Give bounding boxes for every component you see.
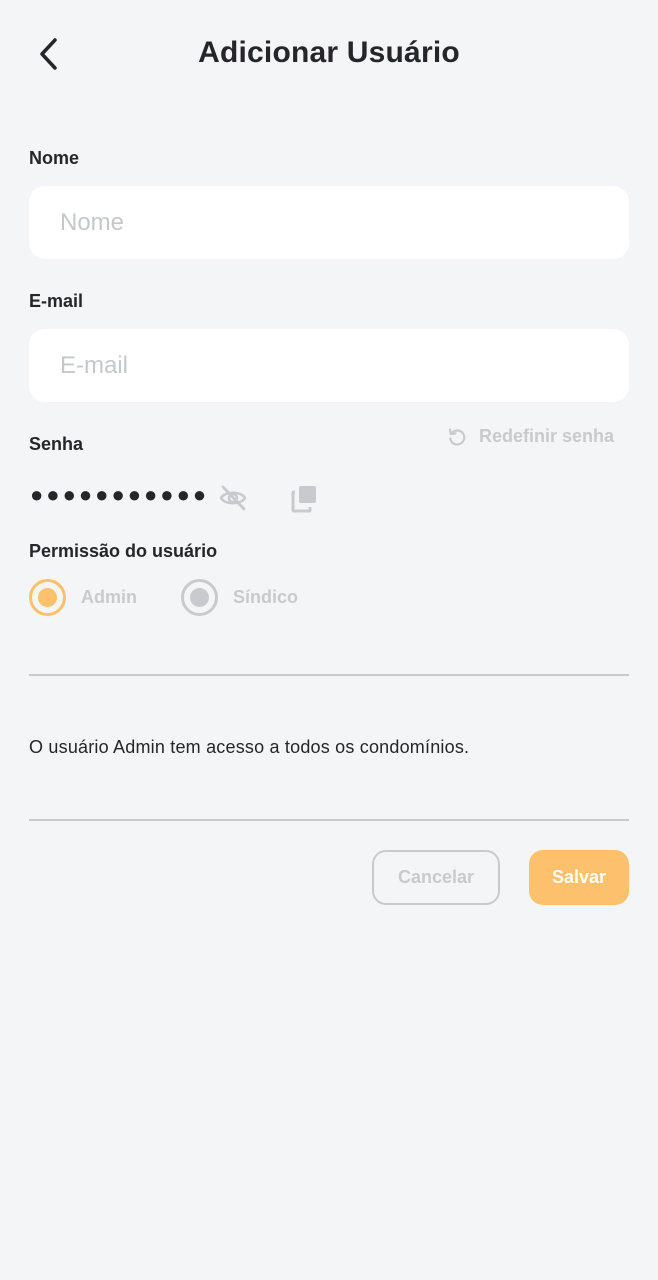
radio-admin[interactable]: Admin (29, 579, 137, 616)
radio-sindico-label: Síndico (233, 587, 299, 607)
divider-bottom (29, 819, 629, 821)
eye-off-icon (219, 485, 247, 511)
radio-admin-indicator (29, 579, 66, 616)
permission-label: Permissão do usuário (29, 541, 218, 561)
copy-password-button[interactable] (287, 481, 321, 515)
reset-password-label: Redefinir senha (478, 426, 614, 446)
permission-radio-group: Admin Síndico (29, 579, 298, 616)
radio-admin-label: Admin (81, 587, 137, 607)
radio-sindico-indicator (181, 579, 218, 616)
password-label: Senha (29, 434, 84, 454)
divider-top (29, 674, 629, 676)
refresh-icon (448, 427, 466, 446)
save-button[interactable]: Salvar (529, 850, 629, 905)
page-title: Adicionar Usuário (198, 36, 460, 69)
name-label: Nome (29, 148, 80, 168)
email-label: E-mail (29, 291, 84, 311)
copy-icon (291, 486, 316, 513)
cancel-button[interactable]: Cancelar (372, 850, 500, 905)
toggle-visibility-button[interactable] (216, 481, 250, 515)
password-value: ●●●●●●●●●●● (30, 482, 210, 507)
permission-info-text: O usuário Admin tem acesso a todos os co… (29, 737, 470, 757)
name-input[interactable] (29, 186, 629, 259)
email-input[interactable] (29, 329, 629, 402)
reset-password-link[interactable]: Redefinir senha (447, 426, 614, 447)
header: Adicionar Usuário (0, 0, 658, 110)
radio-sindico[interactable]: Síndico (181, 579, 298, 616)
